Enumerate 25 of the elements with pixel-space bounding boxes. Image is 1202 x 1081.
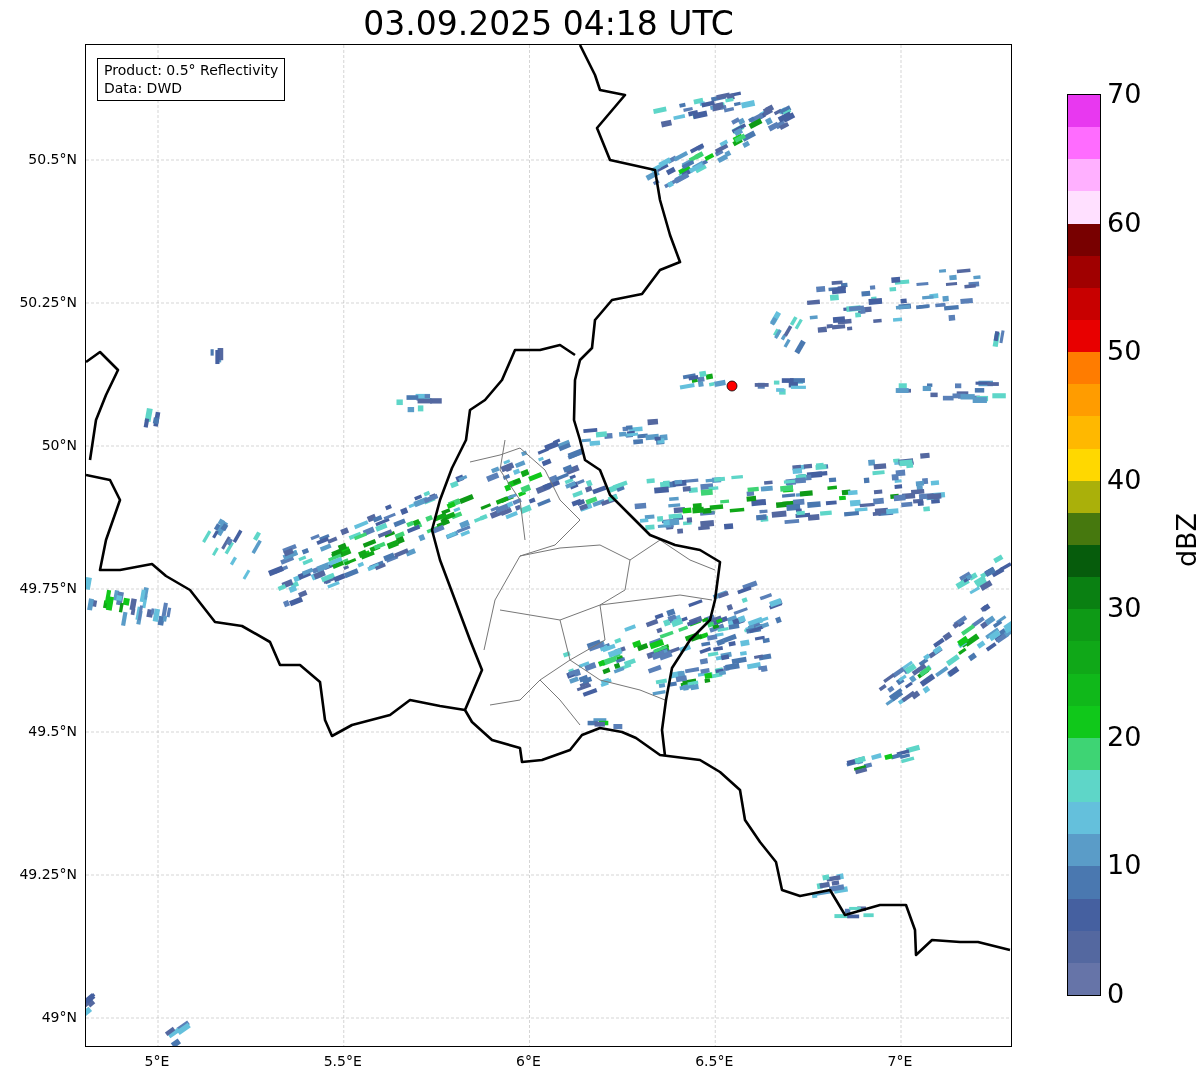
latitude-label: 49.75°N [19, 579, 77, 597]
info-text: Product: 0.5° Reflectivity [104, 61, 279, 79]
latitude-label: 50°N [41, 436, 77, 454]
latitude-label: 49.5°N [28, 722, 77, 740]
radar-site-marker [726, 380, 738, 392]
colorbar-label: dBZ [1171, 512, 1202, 568]
latitude-label: 50.25°N [19, 293, 77, 311]
colorbar-tick-label: 70 [1106, 78, 1142, 110]
colorbar-tick-label: 30 [1106, 592, 1142, 625]
colorbar-tick-label: 50 [1106, 335, 1142, 368]
colorbar-tick-label: 20 [1106, 720, 1142, 753]
chart-title: 03.09.2025 04:18 UTC [363, 4, 734, 44]
longitude-label: 5.5°E [322, 1052, 363, 1070]
colorbar-tick-label: 40 [1106, 463, 1142, 496]
longitude-label: 6°E [515, 1052, 542, 1070]
longitude-label: 5°E [143, 1052, 171, 1070]
longitude-label: 6.5°E [694, 1052, 735, 1070]
info-text: Data: DWD [104, 79, 183, 97]
colorbar-tick-label: 0 [1106, 978, 1125, 1010]
longitude-label: 7°E [886, 1052, 914, 1070]
latitude-label: 50.5°N [28, 150, 77, 168]
latitude-label: 49°N [41, 1008, 77, 1026]
colorbar-tick-label: 60 [1106, 206, 1142, 239]
latitude-label: 49.25°N [19, 865, 77, 883]
colorbar-tick-label: 10 [1106, 849, 1142, 882]
